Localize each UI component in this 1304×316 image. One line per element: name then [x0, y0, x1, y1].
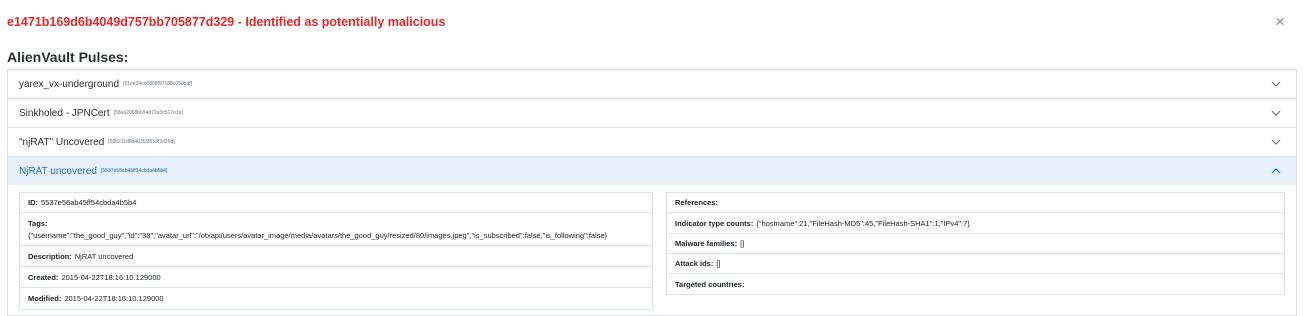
detail-row-created: Created: 2015-04-22T18:16:10.129000	[20, 267, 652, 288]
indicator-counts-value: {"hostname":21,"FileHash-MD5":45,"FileHa…	[756, 218, 970, 228]
detail-row-modified: Modified: 2015-04-22T18:16:10.129000	[20, 288, 652, 309]
pulse-id: [61ee34ce0808f97188c050bdf]	[123, 81, 193, 87]
close-icon: ×	[1275, 12, 1285, 31]
chevron-up-icon	[1271, 168, 1281, 174]
id-label: ID:	[28, 198, 38, 207]
pulse-id: [5537e56ab45ff54cbda4b5b4]	[101, 168, 168, 174]
detail-row-countries: Targeted countries:	[667, 274, 1284, 294]
pulse-id: [58ea2068b694d73a3c517e3a]	[113, 110, 183, 116]
section-title: AlienVault Pulses:	[7, 49, 129, 65]
malware-families-value: []	[740, 239, 745, 248]
references-label: References:	[675, 198, 718, 207]
accordion-item: yarex_vx-underground [61ee34ce0808f97188…	[8, 70, 1296, 99]
description-label: Description:	[28, 251, 72, 261]
accordion-header-njrat-quoted[interactable]: "njRAT" Uncovered [58b211d8d403f23558f3d…	[8, 128, 1296, 156]
created-label: Created:	[28, 272, 59, 282]
accordion-body: ID: 5537e56ab45ff54cbda4b5b4 Tags: {"use…	[8, 185, 1296, 316]
pulse-name: Sinkholed - JPNCert	[19, 107, 110, 119]
detail-row-indicator-counts: Indicator type counts: {"hostname":21,"F…	[667, 213, 1284, 234]
tags-value: {"username":"the_good_guy","id":"38","av…	[28, 230, 608, 240]
close-button[interactable]: ×	[1271, 12, 1289, 32]
chevron-down-icon	[1271, 81, 1281, 87]
accordion-item: Sinkholed - JPNCert [58ea2068b694d73a3c5…	[8, 99, 1296, 128]
pulse-id: [58b211d8d403f23558f3d26d]	[108, 139, 175, 145]
pulse-details-panel: ID: 5537e56ab45ff54cbda4b5b4 Tags: {"use…	[19, 192, 653, 310]
detail-row-malware: Malware families: []	[667, 234, 1284, 254]
pulse-name: yarex_vx-underground	[19, 78, 120, 90]
tags-label: Tags:	[28, 218, 48, 228]
modified-value: 2015-04-22T18:16:10.129000	[64, 294, 164, 303]
accordion-item: NjRAT uncovered [5537e56ab45ff54cbda4b5b…	[8, 157, 1296, 316]
detail-row-description: Description: NjRAT uncovered	[20, 246, 652, 267]
malware-families-label: Malware families:	[675, 239, 738, 248]
accordion-item: "njRAT" Uncovered [58b211d8d403f23558f3d…	[8, 128, 1296, 157]
detail-row-references: References:	[667, 193, 1284, 213]
targeted-countries-label: Targeted countries:	[675, 279, 745, 289]
modal-header: e1471b169d6b4049d757bb705877d329 - Ident…	[7, 12, 1292, 32]
detail-row-id: ID: 5537e56ab45ff54cbda4b5b4	[20, 193, 652, 213]
pulse-name: NjRAT uncovered	[19, 165, 97, 177]
pulses-accordion: yarex_vx-underground [61ee34ce0808f97188…	[7, 69, 1297, 316]
created-value: 2015-04-22T18:16:10.129000	[61, 272, 161, 282]
modified-label: Modified:	[28, 294, 62, 303]
accordion-header-njrat-uncovered[interactable]: NjRAT uncovered [5537e56ab45ff54cbda4b5b…	[8, 157, 1296, 185]
attack-ids-label: Attack ids:	[675, 259, 714, 268]
pulse-name: "njRAT" Uncovered	[19, 136, 105, 148]
chevron-down-icon	[1271, 139, 1281, 145]
modal-title: e1471b169d6b4049d757bb705877d329 - Ident…	[7, 15, 446, 29]
attack-ids-value: []	[716, 259, 721, 268]
description-value: NjRAT uncovered	[74, 251, 134, 261]
chevron-down-icon	[1271, 110, 1281, 116]
pulse-indicators-panel: References: Indicator type counts: {"hos…	[666, 192, 1285, 295]
accordion-header-sinkholed[interactable]: Sinkholed - JPNCert [58ea2068b694d73a3c5…	[8, 99, 1296, 127]
accordion-header-yarex[interactable]: yarex_vx-underground [61ee34ce0808f97188…	[8, 70, 1296, 98]
id-value: 5537e56ab45ff54cbda4b5b4	[41, 198, 137, 207]
indicator-counts-label: Indicator type counts:	[675, 218, 754, 228]
detail-row-attack: Attack ids: []	[667, 254, 1284, 274]
detail-row-tags: Tags: {"username":"the_good_guy","id":"3…	[20, 213, 652, 246]
